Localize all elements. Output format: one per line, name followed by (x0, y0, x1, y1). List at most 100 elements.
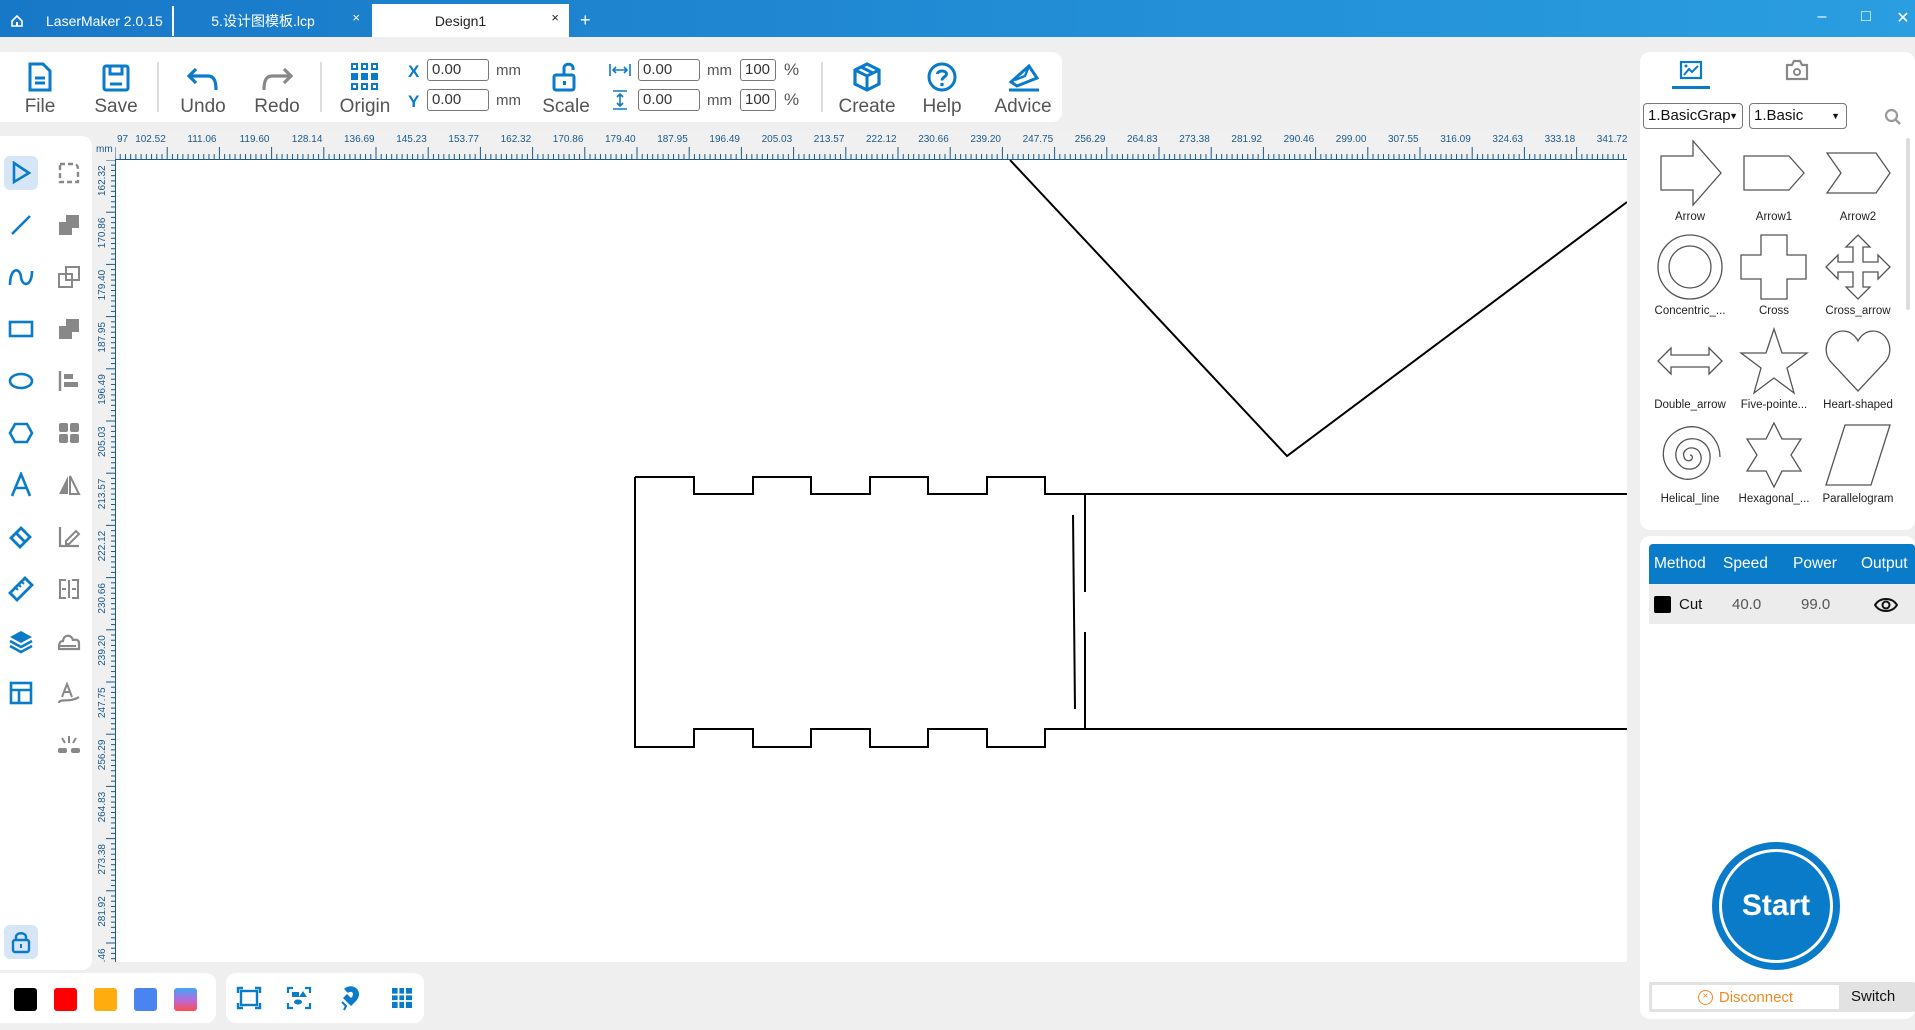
eye-icon[interactable] (1874, 597, 1898, 613)
layout-tool[interactable] (4, 676, 38, 710)
undo-button[interactable]: Undo (176, 52, 230, 122)
shape-five-pointed-star[interactable]: Five-pointe... (1732, 327, 1816, 411)
start-button[interactable]: Start (1712, 842, 1840, 970)
maximize-button[interactable]: □ (1856, 8, 1876, 26)
array-tool[interactable] (52, 416, 86, 450)
ellipse-tool[interactable] (4, 364, 38, 398)
layer-color-swatch[interactable] (1654, 596, 1671, 613)
height-percent-input[interactable]: 100 (740, 89, 776, 111)
tab-label: Design1 (434, 12, 487, 29)
union-tool[interactable] (52, 208, 86, 242)
box-side-panel[interactable] (634, 476, 1627, 748)
scale-lock-button[interactable]: Scale (538, 52, 594, 122)
subcategory-select[interactable]: 1.Basic ▼ (1749, 103, 1847, 129)
rectangle-tool[interactable] (4, 312, 38, 346)
new-tab-button[interactable]: + (580, 4, 591, 37)
tab-template[interactable]: 5.设计图模板.lcp × (176, 4, 370, 37)
shape-hexagonal-star[interactable]: Hexagonal_... (1732, 421, 1816, 505)
category-select[interactable]: 1.BasicGrap ▼ (1643, 103, 1743, 129)
v-shape-line[interactable] (1009, 160, 1627, 458)
width-input[interactable]: 0.00 (638, 59, 700, 81)
close-tab-icon[interactable]: × (352, 10, 360, 25)
search-icon[interactable] (1884, 108, 1902, 126)
text-path-icon (57, 681, 80, 704)
shape-label: Parallelogram (1822, 493, 1894, 505)
layers-tool[interactable] (4, 624, 38, 658)
grid-icon[interactable] (390, 986, 414, 1010)
minimize-button[interactable]: – (1812, 8, 1832, 26)
layer-method[interactable]: Cut (1679, 596, 1702, 613)
offset-tool[interactable] (52, 520, 86, 554)
design-canvas[interactable] (116, 160, 1627, 962)
switch-button[interactable]: Switch (1851, 988, 1895, 1005)
shape-concentric[interactable]: Concentric_... (1648, 233, 1732, 317)
save-button[interactable]: Save (92, 52, 140, 122)
help-label: Help (922, 96, 962, 117)
layer-speed[interactable]: 40.0 (1732, 596, 1761, 613)
eraser-tool[interactable] (4, 520, 38, 554)
color-swatch-red[interactable] (54, 988, 77, 1011)
x-position-input[interactable]: 0.00 (427, 59, 489, 81)
shape-cross[interactable]: Cross (1732, 233, 1816, 317)
combine-icon (58, 266, 80, 288)
library-scrollbar[interactable] (1906, 138, 1910, 310)
align-tool[interactable] (52, 364, 86, 398)
node-edit-tool[interactable] (52, 156, 86, 190)
select-objects-icon[interactable] (286, 986, 312, 1010)
polygon-tool[interactable] (4, 416, 38, 450)
curve-tool[interactable] (4, 260, 38, 294)
fit-tool[interactable] (52, 572, 86, 606)
measure-tool[interactable] (4, 572, 38, 606)
light-tool[interactable] (52, 728, 86, 762)
y-position-input[interactable]: 0.00 (427, 89, 489, 111)
shape-label: Helical_line (1660, 493, 1720, 505)
origin-button[interactable]: Origin (336, 52, 394, 122)
tab-design1[interactable]: Design1 × (372, 4, 569, 37)
canvas-drawing[interactable] (116, 160, 1627, 962)
color-swatch-blue[interactable] (134, 988, 157, 1011)
graphics-tab[interactable] (1672, 58, 1710, 89)
shape-helical-line[interactable]: Helical_line (1648, 421, 1732, 505)
color-swatch-black[interactable] (14, 988, 37, 1011)
color-swatch-orange[interactable] (94, 988, 117, 1011)
layer-power[interactable]: 99.0 (1801, 596, 1830, 613)
mirror-tool[interactable] (52, 468, 86, 502)
disconnect-button[interactable]: × Disconnect (1652, 985, 1839, 1009)
shape-arrow1[interactable]: Arrow1 (1732, 139, 1816, 223)
close-tab-icon[interactable]: × (551, 10, 559, 25)
x-label: X (408, 62, 420, 81)
file-button[interactable]: File (18, 52, 62, 122)
combine-tool[interactable] (52, 260, 86, 294)
redo-button[interactable]: Redo (252, 52, 302, 122)
shape-arrow[interactable]: Arrow (1648, 139, 1732, 223)
help-button[interactable]: Help (918, 52, 966, 122)
camera-icon[interactable] (1784, 58, 1810, 82)
difference-tool[interactable] (52, 312, 86, 346)
shape-heart[interactable]: Heart-shaped (1816, 327, 1900, 411)
lock-button[interactable] (4, 925, 38, 959)
slot-line-left[interactable] (1072, 514, 1076, 710)
color-swatch-gradient[interactable] (174, 988, 197, 1011)
app-home-tab[interactable]: LaserMaker 2.0.15 (0, 4, 172, 37)
disconnect-x-icon: × (1697, 989, 1713, 1005)
shape-arrow2[interactable]: Arrow2 (1816, 139, 1900, 223)
shape-parallelogram[interactable]: Parallelogram (1816, 421, 1900, 505)
outline-tool[interactable] (52, 624, 86, 658)
layer-row[interactable]: Cut 40.0 99.0 (1649, 584, 1915, 624)
cross-arrow-icon (1825, 234, 1891, 300)
select-tool[interactable] (4, 156, 38, 190)
close-window-button[interactable]: ✕ (1893, 8, 1913, 28)
line-tool[interactable] (4, 208, 38, 242)
text-on-path-tool[interactable] (52, 676, 86, 710)
magnet-icon[interactable] (338, 984, 364, 1012)
shape-double-arrow[interactable]: Double_arrow (1648, 327, 1732, 411)
image-chart-icon (1679, 60, 1703, 80)
text-tool[interactable] (4, 468, 38, 502)
create-button[interactable]: Create (836, 52, 898, 122)
shape-cross-arrow[interactable]: Cross_arrow (1816, 233, 1900, 317)
height-input[interactable]: 0.00 (638, 89, 700, 111)
frame-icon[interactable] (236, 986, 262, 1010)
dashed-corner-icon (58, 162, 80, 184)
width-percent-input[interactable]: 100 (740, 59, 776, 81)
advice-button[interactable]: Advice (990, 52, 1056, 122)
